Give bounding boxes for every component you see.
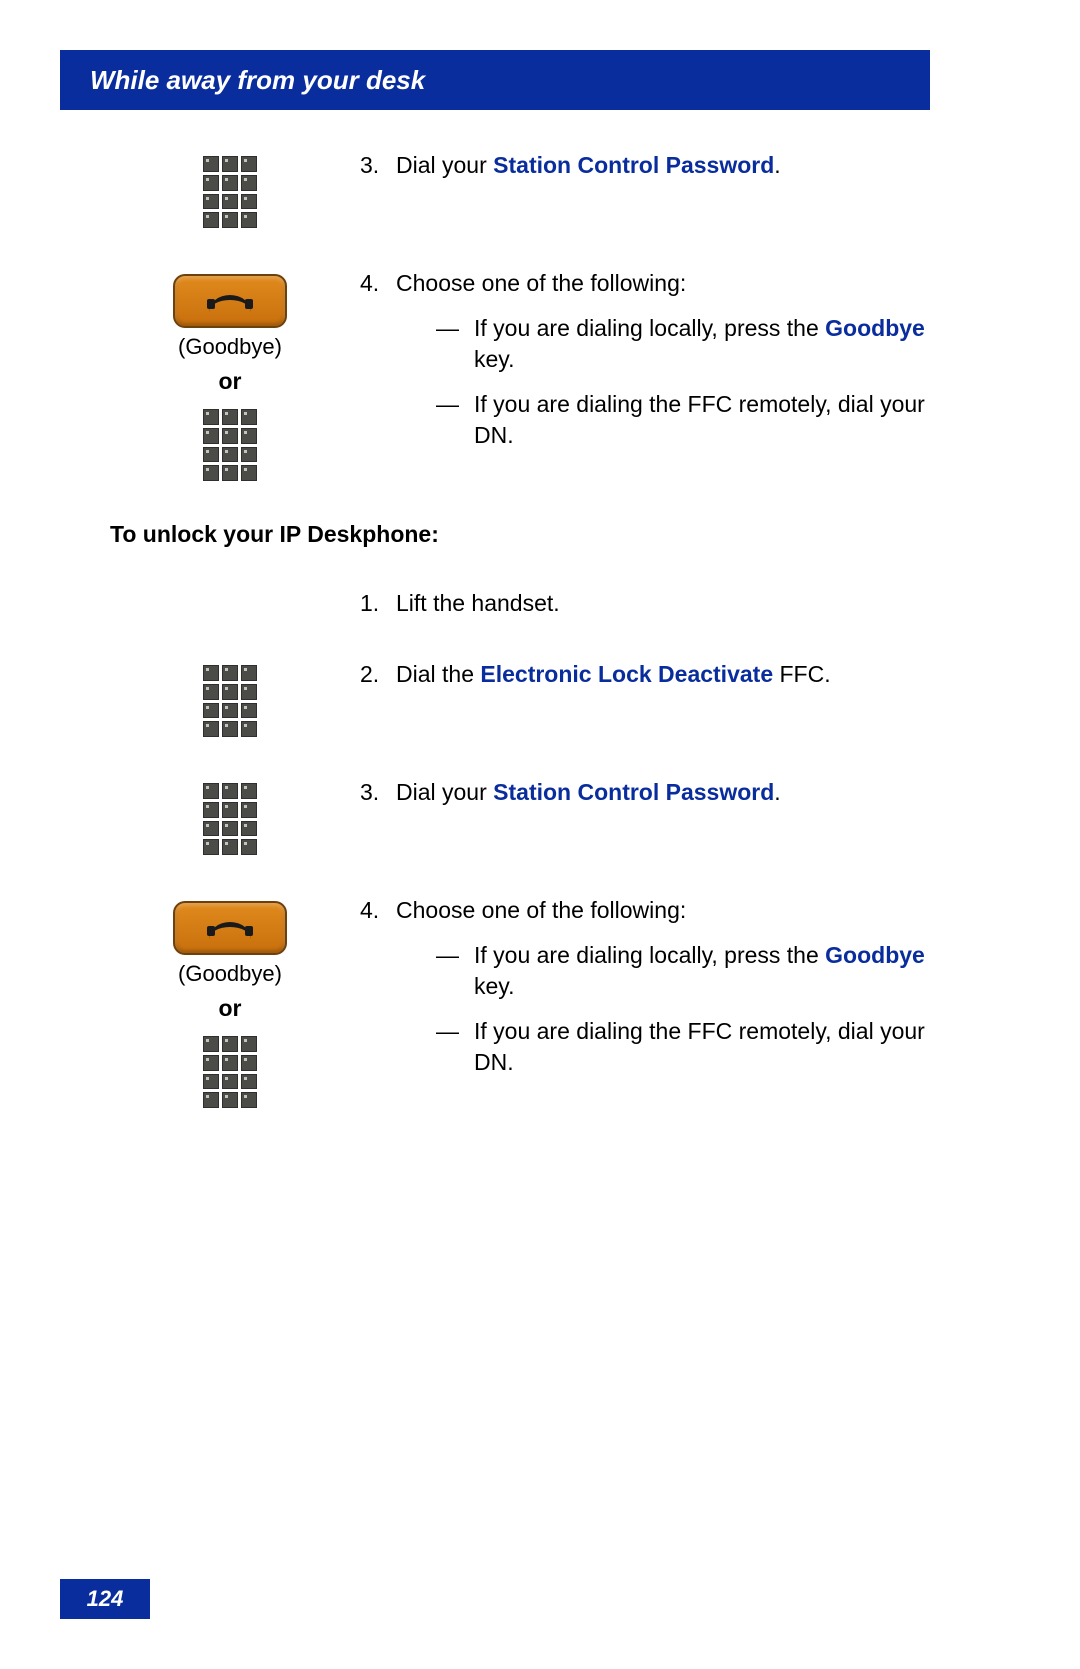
or-label: or xyxy=(219,995,242,1022)
page-content: 3. Dial your Station Control Password. (… xyxy=(100,150,930,1148)
dash-bullet: — xyxy=(436,940,474,1002)
step-row: 1. Lift the handset. xyxy=(100,588,930,619)
icon-column: (Goodbye) or xyxy=(100,268,360,481)
emphasis-link: Station Control Password xyxy=(493,152,774,178)
icon-column xyxy=(100,150,360,228)
keypad-icon xyxy=(203,1036,257,1108)
step-row: 3. Dial your Station Control Password. xyxy=(100,777,930,855)
goodbye-caption: (Goodbye) xyxy=(178,334,282,360)
text-prefix: Dial the xyxy=(396,661,480,687)
step-number: 4. xyxy=(360,895,396,926)
step-text: 1. Lift the handset. xyxy=(360,588,930,619)
step-body: Choose one of the following: xyxy=(396,895,686,926)
text-prefix: Dial your xyxy=(396,152,493,178)
emphasis-link: Goodbye xyxy=(825,315,925,341)
icon-column: (Goodbye) or xyxy=(100,895,360,1108)
step-text: 3. Dial your Station Control Password. xyxy=(360,150,930,181)
step-number: 4. xyxy=(360,268,396,299)
step-text: 2. Dial the Electronic Lock Deactivate F… xyxy=(360,659,930,690)
text-suffix: . xyxy=(774,152,780,178)
goodbye-button-icon xyxy=(173,901,287,955)
step-text: 3. Dial your Station Control Password. xyxy=(360,777,930,808)
text-prefix: If you are dialing locally, press the xyxy=(474,942,825,968)
sub-bullet: — If you are dialing locally, press the … xyxy=(436,313,930,375)
step-row: (Goodbye) or 4. Choose one of the follow… xyxy=(100,268,930,481)
text-suffix: FFC. xyxy=(773,661,831,687)
step-row: 3. Dial your Station Control Password. xyxy=(100,150,930,228)
sub-bullet: — If you are dialing locally, press the … xyxy=(436,940,930,1002)
step-number: 2. xyxy=(360,659,396,690)
step-text: 4. Choose one of the following: — If you… xyxy=(360,268,930,465)
step-body: Lift the handset. xyxy=(396,588,560,619)
keypad-icon xyxy=(203,156,257,228)
emphasis-link: Station Control Password xyxy=(493,779,774,805)
step-row: 2. Dial the Electronic Lock Deactivate F… xyxy=(100,659,930,737)
step-number: 3. xyxy=(360,777,396,808)
sub-bullet: — If you are dialing the FFC remotely, d… xyxy=(436,1016,930,1078)
step-text: 4. Choose one of the following: — If you… xyxy=(360,895,930,1092)
step-number: 3. xyxy=(360,150,396,181)
step-row: (Goodbye) or 4. Choose one of the follow… xyxy=(100,895,930,1108)
text-suffix: . xyxy=(774,779,780,805)
dash-bullet: — xyxy=(436,1016,474,1078)
phone-handset-icon xyxy=(207,287,253,315)
icon-column xyxy=(100,659,360,737)
dash-bullet: — xyxy=(436,313,474,375)
dash-bullet: — xyxy=(436,389,474,451)
section-heading: To unlock your IP Deskphone: xyxy=(110,521,930,548)
text-suffix: key. xyxy=(474,346,514,372)
goodbye-button-icon xyxy=(173,274,287,328)
step-number: 1. xyxy=(360,588,396,619)
header-title: While away from your desk xyxy=(90,65,425,96)
text-suffix: key. xyxy=(474,973,514,999)
keypad-icon xyxy=(203,783,257,855)
page-number: 124 xyxy=(60,1579,150,1619)
page-header: While away from your desk xyxy=(60,50,930,110)
keypad-icon xyxy=(203,409,257,481)
bullet-text: If you are dialing the FFC remotely, dia… xyxy=(474,389,930,451)
keypad-icon xyxy=(203,665,257,737)
step-body: Choose one of the following: xyxy=(396,268,686,299)
goodbye-caption: (Goodbye) xyxy=(178,961,282,987)
or-label: or xyxy=(219,368,242,395)
emphasis-link: Goodbye xyxy=(825,942,925,968)
emphasis-link: Electronic Lock Deactivate xyxy=(480,661,773,687)
bullet-text: If you are dialing the FFC remotely, dia… xyxy=(474,1016,930,1078)
sub-bullet: — If you are dialing the FFC remotely, d… xyxy=(436,389,930,451)
text-prefix: If you are dialing locally, press the xyxy=(474,315,825,341)
phone-handset-icon xyxy=(207,914,253,942)
icon-column xyxy=(100,777,360,855)
icon-column xyxy=(100,588,360,594)
text-prefix: Dial your xyxy=(396,779,493,805)
